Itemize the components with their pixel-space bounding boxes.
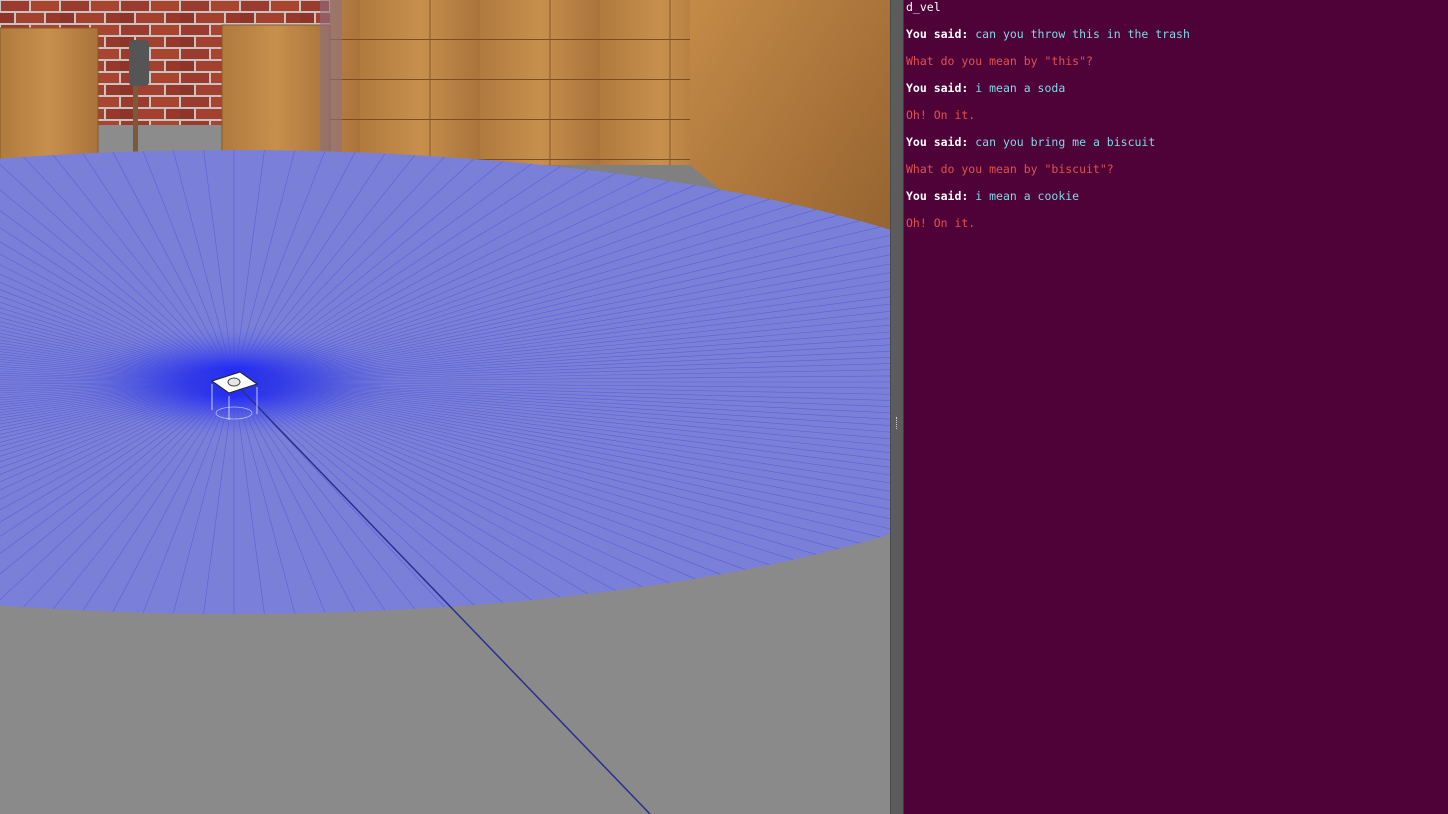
simulation-viewport[interactable] <box>0 0 890 814</box>
pillar <box>320 0 342 160</box>
robot-reply-line: What do you mean by "biscuit"? <box>906 162 1114 176</box>
laser-scan-disc <box>0 150 890 814</box>
user-message-text: i mean a soda <box>975 81 1066 95</box>
user-message-line: You said: i mean a soda <box>906 81 1065 95</box>
splitter-grip-icon[interactable] <box>896 417 898 429</box>
user-message-line: You said: can you bring me a biscuit <box>906 135 1155 149</box>
user-message-text: can you throw this in the trash <box>975 27 1190 41</box>
pane-splitter[interactable] <box>890 0 904 814</box>
you-said-prefix: You said: <box>906 189 976 203</box>
user-message-line: You said: i mean a cookie <box>906 189 1079 203</box>
you-said-prefix: You said: <box>906 135 976 149</box>
lamp-post <box>129 40 149 86</box>
user-message-text: i mean a cookie <box>975 189 1080 203</box>
terminal-pane[interactable]: d_vel You said: can you throw this in th… <box>904 0 1448 814</box>
wooden-crate-right <box>221 24 331 166</box>
you-said-prefix: You said: <box>906 81 976 95</box>
robot-reply-line: What do you mean by "this"? <box>906 54 1093 68</box>
robot-reply-line: Oh! On it. <box>906 108 976 122</box>
robot-reply-line: Oh! On it. <box>906 216 976 230</box>
user-message-line: You said: can you throw this in the tras… <box>906 27 1190 41</box>
scene-render <box>0 0 890 814</box>
you-said-prefix: You said: <box>906 27 976 41</box>
wooden-crate-left <box>0 27 99 164</box>
user-message-text: can you bring me a biscuit <box>975 135 1156 149</box>
terminal-header-line: d_vel <box>906 0 941 14</box>
